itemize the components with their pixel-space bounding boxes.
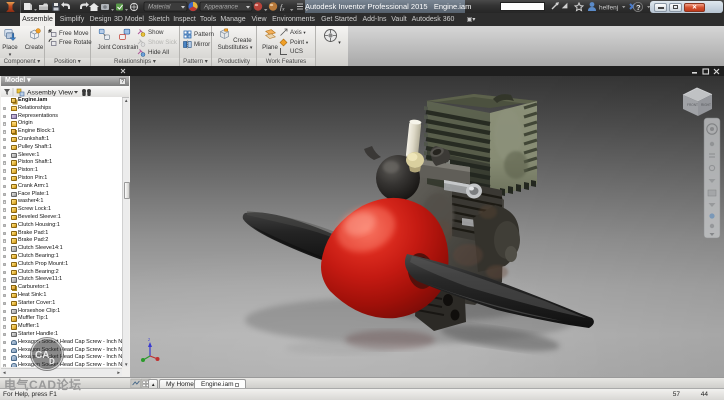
svg-text:Material: Material	[148, 4, 171, 11]
svg-text:CA: CA	[35, 350, 49, 361]
svg-text:Appearance: Appearance	[203, 4, 238, 11]
svg-text:z: z	[148, 337, 151, 342]
svg-text:RIGHT: RIGHT	[701, 103, 711, 107]
svg-text:helfenj: helfenj	[599, 5, 618, 12]
svg-text:FRONT: FRONT	[687, 103, 698, 107]
svg-text:D: D	[49, 357, 55, 366]
svg-text:?: ?	[636, 3, 641, 12]
svg-text:fx: fx	[280, 3, 285, 13]
svg-text:Assembly View: Assembly View	[27, 90, 73, 97]
